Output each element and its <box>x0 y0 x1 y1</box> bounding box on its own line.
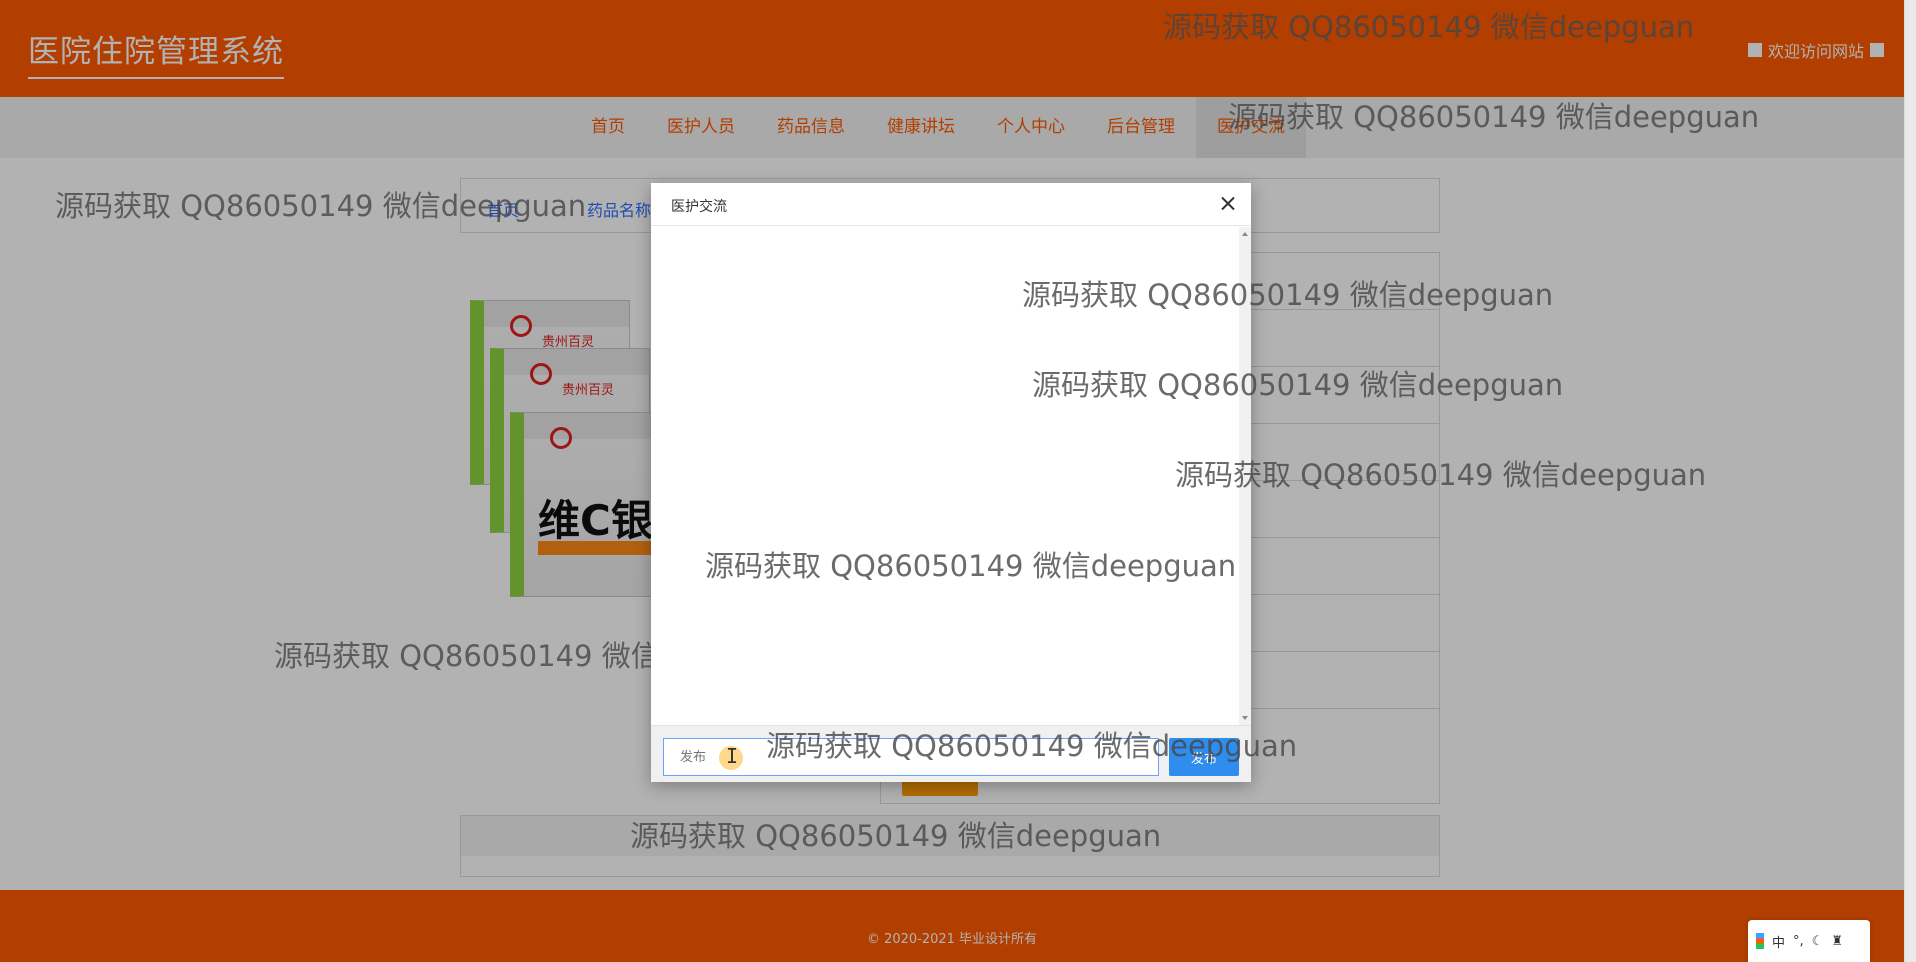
dialog-header: 医护交流 <box>651 183 1251 226</box>
send-button[interactable]: 发布 <box>1169 738 1239 776</box>
ime-logo-icon <box>1756 933 1764 949</box>
ime-toolbar[interactable]: 中 °, ☾ ♜ <box>1748 920 1870 962</box>
chat-scrollbar[interactable] <box>1239 227 1251 725</box>
scroll-up-icon[interactable] <box>1242 232 1248 236</box>
dialog-title: 医护交流 <box>671 199 727 215</box>
chat-dialog: 医护交流 I 发布 <box>651 183 1251 782</box>
shirt-icon[interactable]: ♜ <box>1831 934 1843 949</box>
punctuation-icon[interactable]: °, <box>1793 934 1804 949</box>
ime-language[interactable]: 中 <box>1772 932 1785 951</box>
moon-icon[interactable]: ☾ <box>1812 934 1824 949</box>
chat-message-area[interactable] <box>651 227 1239 725</box>
scroll-down-icon[interactable] <box>1242 716 1248 720</box>
page-scrollbar[interactable] <box>1904 0 1916 962</box>
text-cursor-icon: I <box>726 744 739 768</box>
dialog-footer: I 发布 <box>651 725 1251 782</box>
close-icon[interactable] <box>1217 193 1239 215</box>
